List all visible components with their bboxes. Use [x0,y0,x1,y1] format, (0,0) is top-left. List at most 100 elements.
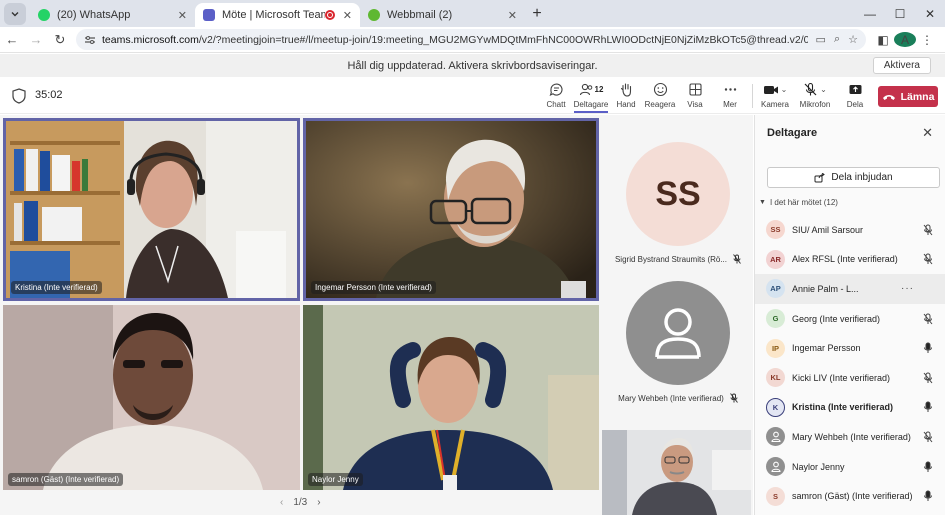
chat-button[interactable]: Chatt [539,81,573,113]
video-tile-kristina[interactable]: Kristina (Inte verifierad) [3,118,300,301]
raise-hand-button[interactable]: Hand [609,81,643,113]
participant-mic-status [922,431,934,443]
mic-button[interactable]: ⌄ Mikrofon [798,81,832,113]
participant-name-label: samron (Gäst) (Inte verifierad) [8,473,124,486]
panel-title: Deltagare [767,127,818,139]
share-invite-button[interactable]: Dela inbjudan [767,167,940,188]
participant-name-label: Naylor Jenny [308,473,363,486]
side-tile-sigrid[interactable]: SS Sigrid Bystrand Straumits (Rö... [603,142,753,264]
camera-in-use-icon[interactable]: ▭ [816,33,826,46]
enable-notifications-button[interactable]: Aktivera [872,57,931,74]
chevron-down-icon[interactable]: ⌄ [820,85,827,94]
person-icon [770,432,781,443]
participants-button[interactable]: 12 Deltagare [574,81,608,113]
avatar [766,457,785,477]
participant-row[interactable]: Naylor Jenny [755,452,945,482]
shield-icon[interactable] [12,88,26,104]
participant-row[interactable]: IP Ingemar Persson [755,333,945,363]
person-icon [770,461,781,473]
browser-tab-webmail[interactable]: Webbmail (2) ✕ [360,3,525,27]
participant-row[interactable]: Mary Wehbeh (Inte verifierad) [755,422,945,452]
browser-tab-strip: (20) WhatsApp ✕ Möte | Microsoft Teams ✕… [0,0,945,27]
bookmark-star-icon[interactable]: ☆ [848,33,858,46]
avatar-initials: IP [771,343,780,353]
react-button[interactable]: Reagera [643,81,677,113]
participant-row[interactable]: Ssamron (Gäst) (Inte verifierad) [755,481,945,511]
side-tile-mary[interactable]: Mary Wehbeh (Inte verifierad) [603,281,753,403]
zoom-icon[interactable]: ⌕ [834,33,840,46]
share-button[interactable]: Dela [838,81,872,113]
profile-avatar[interactable]: A [894,32,916,47]
tab-title: Möte | Microsoft Teams [222,9,325,21]
close-icon[interactable]: ✕ [343,9,352,22]
more-button[interactable]: Mer [713,81,747,113]
chat-icon [549,83,563,97]
previous-page-icon[interactable]: ‹ [280,497,283,508]
avatar: G [766,309,785,329]
reload-icon[interactable]: ↻ [48,32,72,48]
video-stage: Kristina (Inte verifierad) Ingemar Perss… [0,115,753,515]
tab-search-button[interactable] [4,3,26,25]
video-tile-naylor-jenny[interactable]: Naylor Jenny [303,305,599,490]
section-header[interactable]: ▼ I det här mötet (12) [759,198,838,207]
participant-row[interactable]: SS SIU/ Amil Sarsour [755,215,945,245]
side-panel-icon[interactable]: ◧ [872,33,894,47]
camera-button[interactable]: ⌄ Kamera [758,81,792,113]
participant-name: Kicki LIV (Inte verifierad) [792,372,891,383]
close-window-icon[interactable]: ✕ [915,7,945,21]
browser-menu-icon[interactable]: ⋮ [916,33,938,47]
leave-label: Lämna [900,90,935,103]
avatar: K [766,397,785,417]
mic-off-icon [923,253,933,265]
participant-mic-status [922,461,934,473]
more-options-icon[interactable]: ··· [901,283,914,294]
new-tab-button[interactable]: + [527,5,547,23]
participant-row[interactable]: G Georg (Inte verifierad) [755,304,945,334]
teams-icon [203,9,215,21]
minimize-icon[interactable]: — [855,7,885,21]
avatar-initials: K [772,402,779,412]
video-tile-samron[interactable]: samron (Gäst) (Inte verifierad) [3,305,300,490]
url-field[interactable]: teams.microsoft.com/v2/?meetingjoin=true… [76,29,866,50]
participant-row[interactable]: AR Alex RFSL (Inte verifierad) [755,245,945,275]
close-icon[interactable]: ✕ [922,125,933,141]
participant-name: samron (Gäst) (Inte verifierad) [792,491,913,502]
participants-label: Deltagare [573,100,609,109]
participant-video [303,305,599,490]
video-tile-ingemar[interactable]: Ingemar Persson (Inte verifierad) [303,118,599,301]
mic-off-icon [923,224,933,236]
participant-row[interactable]: KL Kicki LIV (Inte verifierad) [755,363,945,393]
browser-tab-teams[interactable]: Möte | Microsoft Teams ✕ [195,3,360,27]
next-page-icon[interactable]: › [317,497,320,508]
participant-row[interactable]: K Kristina (Inte verifierad) [755,393,945,423]
maximize-icon[interactable]: ☐ [885,7,915,21]
avatar-initials: AR [770,254,781,264]
share-label: Dela [846,100,864,109]
self-view-video[interactable] [602,430,751,515]
camera-label: Kamera [760,100,789,109]
close-icon[interactable]: ✕ [508,9,517,22]
side-name-text: Mary Wehbeh (Inte verifierad) [618,393,724,403]
chevron-down-icon[interactable]: ⌄ [781,85,788,94]
participant-name: Kristina (Inte verifierad) [792,402,894,413]
camera-icon [763,86,778,94]
meeting-timer: 35:02 [35,89,63,101]
page-indicator: 1/3 [293,497,308,508]
browser-actions: ◧ A ⋮ [872,32,938,47]
mic-icon [924,490,932,502]
view-button[interactable]: Visa [678,81,712,113]
mic-label: Mikrofon [799,100,831,109]
participant-row[interactable]: AP Annie Palm - L... ··· [755,274,945,304]
browser-tab-whatsapp[interactable]: (20) WhatsApp ✕ [30,3,195,27]
share-icon [814,172,826,182]
avatar-initials: S [772,491,778,501]
forward-arrow-icon[interactable]: → [24,32,48,47]
leave-button[interactable]: Lämna [878,86,938,107]
avatar-initials: KL [770,373,781,383]
hand-icon [620,83,631,97]
back-arrow-icon[interactable]: ← [0,32,24,47]
participant-name: Georg (Inte verifierad) [792,313,881,324]
close-icon[interactable]: ✕ [178,9,187,22]
toolbar-divider [752,84,753,108]
site-info-icon[interactable] [84,35,96,45]
